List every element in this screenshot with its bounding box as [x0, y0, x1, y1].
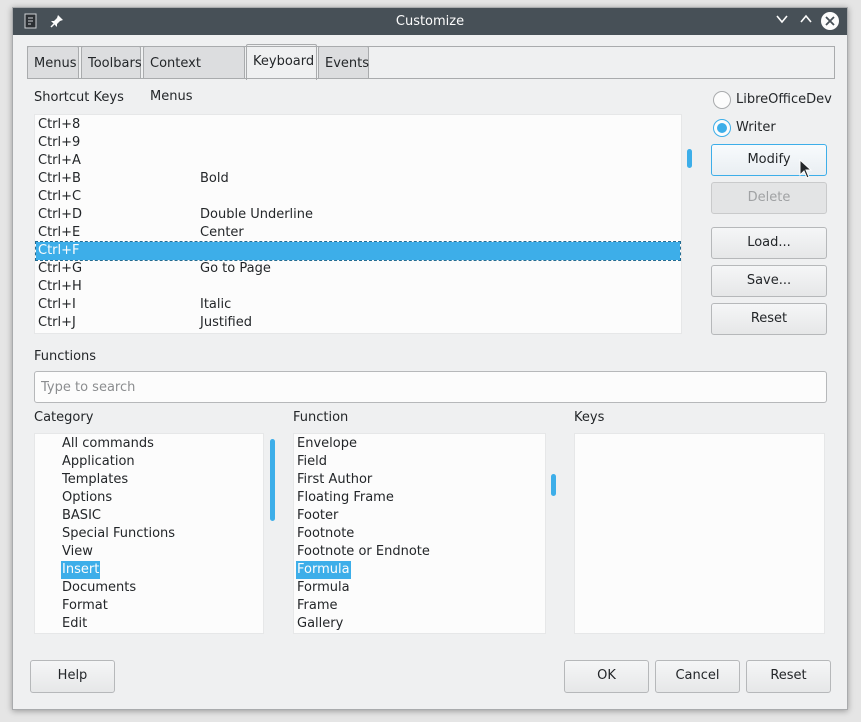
close-icon — [825, 16, 835, 26]
list-item-selected[interactable]: Formula — [296, 561, 351, 579]
list-item[interactable]: BASIC — [61, 507, 102, 525]
list-item[interactable]: Floating Frame — [296, 489, 395, 507]
shortcut-key: Ctrl+I — [38, 297, 76, 312]
category-list[interactable]: All commands Application Templates Optio… — [34, 433, 264, 634]
load-button[interactable]: Load... — [711, 227, 827, 259]
mouse-cursor-icon — [799, 159, 813, 179]
delete-button[interactable]: Delete — [711, 182, 827, 214]
save-button[interactable]: Save... — [711, 265, 827, 297]
list-item[interactable]: Footnote — [296, 525, 355, 543]
list-item[interactable]: First Author — [296, 471, 373, 489]
reset-keys-button[interactable]: Reset — [711, 303, 827, 335]
list-item[interactable]: Formula — [296, 579, 351, 597]
tab-context-menus[interactable]: Context Menus — [143, 46, 245, 104]
list-item[interactable]: Gallery — [296, 615, 344, 633]
shortcut-key: Ctrl+C — [38, 189, 82, 204]
list-item[interactable]: Documents — [61, 579, 137, 597]
shortcut-key: Ctrl+G — [38, 261, 83, 276]
chevron-down-icon — [776, 15, 788, 24]
category-label: Category — [34, 410, 94, 425]
title-bar[interactable]: Customize — [13, 8, 847, 35]
shortcut-key: Ctrl+8 — [38, 117, 81, 132]
shortcut-function: Bold — [200, 171, 229, 186]
chevron-up-icon — [800, 14, 812, 23]
function-label: Function — [293, 410, 349, 425]
shortcut-key: Ctrl+A — [38, 153, 81, 168]
shortcut-key: Ctrl+D — [38, 207, 83, 222]
list-item[interactable]: Footnote or Endnote — [296, 543, 431, 561]
shortcut-function: Go to Page — [200, 261, 271, 276]
radio-writer-label: Writer — [736, 120, 776, 135]
table-row[interactable]: Ctrl+I Italic — [35, 296, 681, 314]
table-row[interactable]: Ctrl+J Justified — [35, 314, 681, 332]
table-row[interactable]: Ctrl+C — [35, 188, 681, 206]
list-item[interactable]: Footer — [296, 507, 339, 525]
shortcut-function: Center — [200, 225, 244, 240]
tab-events[interactable]: Events — [318, 46, 369, 79]
list-item[interactable]: Format — [61, 597, 109, 615]
list-item[interactable]: Options — [61, 489, 113, 507]
list-item[interactable]: Application — [61, 453, 136, 471]
function-search-field[interactable] — [34, 371, 827, 403]
table-row[interactable]: Ctrl+A — [35, 152, 681, 170]
shortcut-key: Ctrl+J — [38, 315, 76, 330]
tab-menus[interactable]: Menus — [27, 46, 79, 79]
keys-list[interactable] — [574, 433, 825, 634]
table-row[interactable]: Ctrl+D Double Underline — [35, 206, 681, 224]
tab-divider — [27, 78, 835, 79]
shortcut-key: Ctrl+B — [38, 171, 81, 186]
window-title: Customize — [395, 14, 465, 29]
list-item-selected[interactable]: Insert — [61, 561, 101, 579]
table-row[interactable]: Ctrl+8 — [35, 116, 681, 134]
table-row[interactable]: Ctrl+H — [35, 278, 681, 296]
shortcut-keys-label: Shortcut Keys — [34, 90, 124, 105]
list-item[interactable]: Frame — [296, 597, 339, 615]
cancel-button[interactable]: Cancel — [655, 660, 740, 693]
minimize-button[interactable] — [773, 12, 791, 30]
maximize-button[interactable] — [797, 12, 815, 30]
keys-label: Keys — [574, 410, 605, 425]
shortcut-function: Italic — [200, 297, 232, 312]
tab-keyboard[interactable]: Keyboard — [246, 44, 317, 80]
category-scrollbar[interactable] — [270, 439, 275, 521]
function-list[interactable]: Envelope Field First Author Floating Fra… — [293, 433, 546, 634]
table-row[interactable]: Ctrl+9 — [35, 134, 681, 152]
ok-button[interactable]: OK — [564, 660, 649, 693]
list-item[interactable]: Templates — [61, 471, 129, 489]
shortcut-key: Ctrl+9 — [38, 135, 81, 150]
radio-libreofficedev-label: LibreOfficeDev — [736, 92, 832, 107]
radio-writer[interactable] — [713, 119, 731, 137]
list-item[interactable]: Edit — [61, 615, 88, 633]
table-row[interactable]: Ctrl+G Go to Page — [35, 260, 681, 278]
help-button[interactable]: Help — [30, 660, 115, 693]
shortcut-keys-list[interactable]: Ctrl+8 Ctrl+9 Ctrl+A Ctrl+B Bold Ctrl+C C… — [34, 114, 682, 334]
table-row[interactable]: Ctrl+B Bold — [35, 170, 681, 188]
list-item[interactable]: All commands — [61, 435, 155, 453]
shortcut-key: Ctrl+F — [38, 243, 80, 258]
shortcut-function: Double Underline — [200, 207, 314, 222]
table-row[interactable]: Ctrl+E Center — [35, 224, 681, 242]
customize-dialog: Customize Menus Toolbars Context Menus K… — [12, 7, 848, 710]
close-button[interactable] — [821, 12, 839, 30]
list-item[interactable]: Envelope — [296, 435, 358, 453]
shortcut-scrollbar[interactable] — [687, 149, 692, 168]
list-item[interactable]: Special Functions — [61, 525, 176, 543]
tab-toolbars[interactable]: Toolbars — [81, 46, 142, 79]
list-item[interactable]: View — [61, 543, 94, 561]
functions-label: Functions — [34, 349, 97, 364]
reset-button[interactable]: Reset — [746, 660, 831, 693]
shortcut-key: Ctrl+E — [38, 225, 81, 240]
table-row-selected[interactable]: Ctrl+F — [35, 241, 681, 261]
list-item[interactable]: Field — [296, 453, 328, 471]
shortcut-function: Justified — [200, 315, 252, 330]
radio-libreofficedev[interactable] — [713, 91, 731, 109]
function-scrollbar[interactable] — [551, 474, 556, 496]
function-search-input[interactable] — [35, 372, 826, 402]
shortcut-key: Ctrl+H — [38, 279, 82, 294]
